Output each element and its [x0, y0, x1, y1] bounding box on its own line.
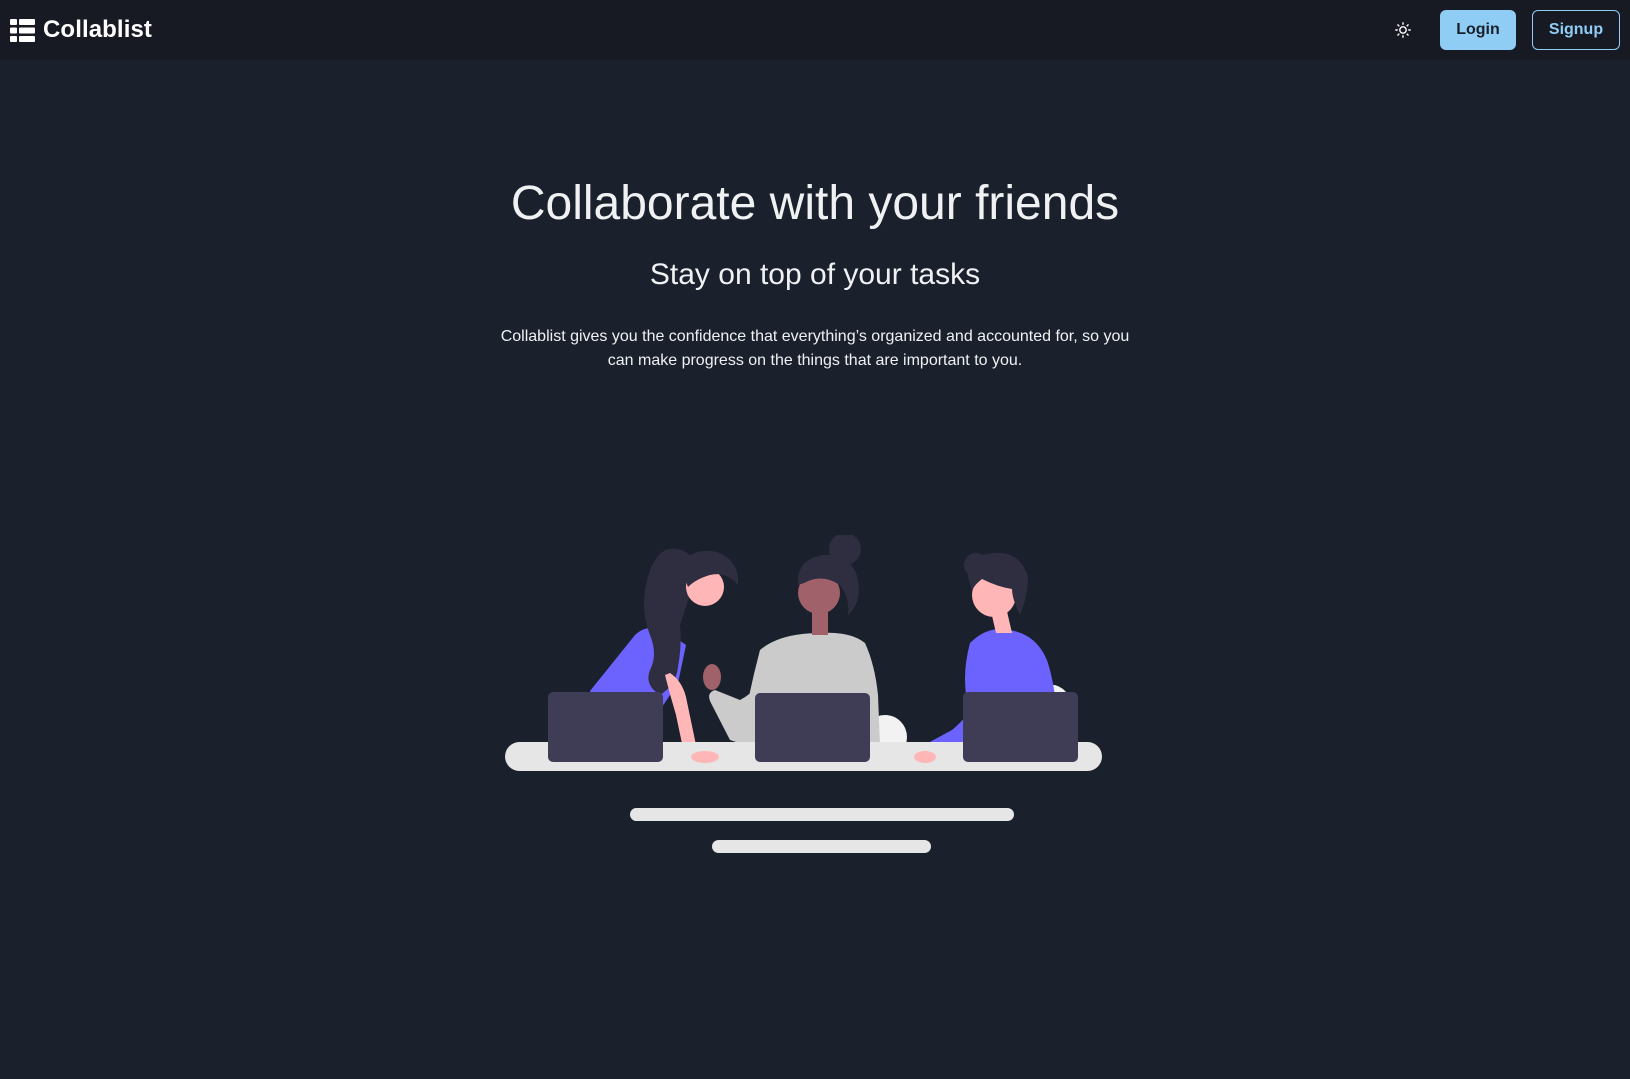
brand-name: Collablist — [43, 16, 153, 43]
sun-icon — [1395, 22, 1411, 38]
hero-title: Collaborate with your friends — [510, 177, 1120, 230]
left-person — [548, 548, 739, 766]
nav-actions: Login Signup — [1383, 10, 1620, 50]
theme-toggle-button[interactable] — [1383, 10, 1423, 50]
hero-description: Collablist gives you the confidence that… — [500, 328, 1130, 369]
right-person — [914, 552, 1078, 765]
people-collaborating-illustration — [505, 535, 1102, 853]
decorative-bar-2 — [712, 840, 931, 853]
top-navbar: Collablist Login Signup — [0, 0, 1630, 60]
list-icon — [10, 18, 35, 42]
brand-logo[interactable]: Collablist — [10, 16, 152, 44]
hero-subtitle: Stay on top of your tasks — [649, 258, 981, 291]
signup-button[interactable]: Signup — [1532, 10, 1620, 50]
login-button[interactable]: Login — [1440, 10, 1516, 50]
decorative-bar-1 — [630, 808, 1014, 821]
